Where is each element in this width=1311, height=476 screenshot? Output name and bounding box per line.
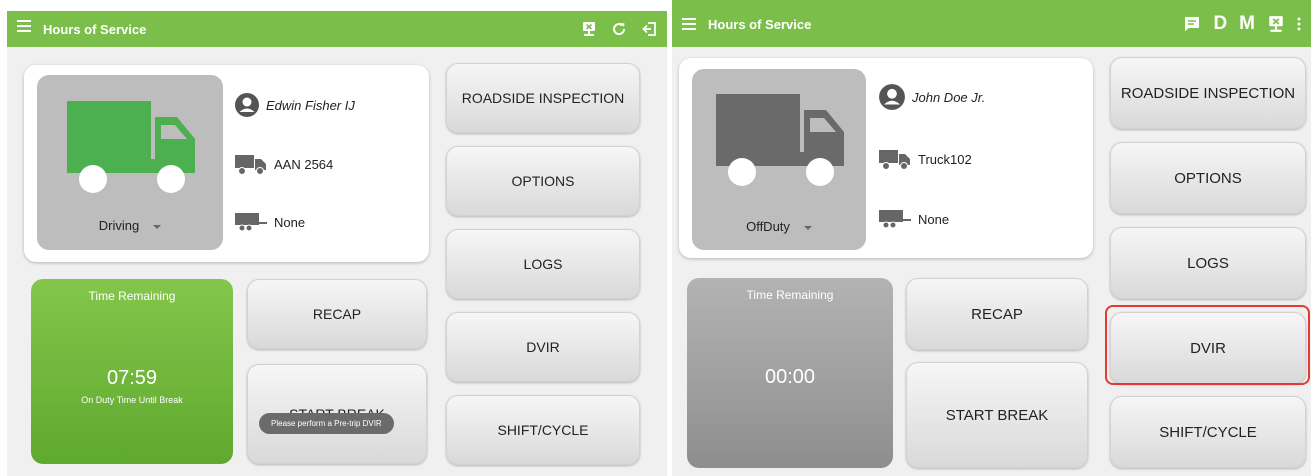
vehicle-name: AAN 2564: [274, 156, 334, 172]
message-icon[interactable]: [1183, 15, 1201, 33]
app-bar: Hours of Service: [7, 11, 667, 47]
start-break-button[interactable]: START BREAK: [906, 362, 1088, 468]
monitor-x-icon[interactable]: [1267, 15, 1285, 33]
driver-card: Driving Edwin Fisher IJ AAN 2564 None: [24, 65, 429, 262]
m-button[interactable]: M: [1239, 13, 1255, 35]
time-remaining-subtitle: On Duty Time Until Break: [81, 395, 183, 405]
logs-button[interactable]: LOGS: [1110, 227, 1306, 299]
time-remaining-label: Time Remaining: [88, 289, 176, 303]
vehicle-row: AAN 2564: [234, 153, 333, 175]
roadside-inspection-button[interactable]: ROADSIDE INSPECTION: [1110, 57, 1306, 129]
overflow-menu-icon[interactable]: [1297, 17, 1301, 31]
monitor-x-icon[interactable]: [581, 21, 597, 37]
options-button[interactable]: OPTIONS: [1110, 142, 1306, 214]
options-button[interactable]: OPTIONS: [446, 146, 640, 216]
driver-row: John Doe Jr.: [878, 83, 985, 111]
time-remaining-value: 00:00: [764, 366, 816, 388]
truck-icon: [716, 94, 844, 186]
driver-name: Edwin Fisher IJ: [266, 97, 355, 113]
roadside-inspection-button[interactable]: ROADSIDE INSPECTION: [446, 63, 640, 133]
dvir-highlight: [1105, 305, 1310, 385]
time-remaining-value: 07:59: [106, 367, 158, 389]
status-value: Driving: [98, 218, 140, 233]
logout-icon[interactable]: [641, 21, 657, 37]
status-dropdown[interactable]: Driving: [37, 218, 223, 233]
driver-name: John Doe Jr.: [912, 89, 986, 105]
app-bar: Hours of Service D M: [672, 0, 1311, 47]
driver-card: OffDuty John Doe Jr. Truck102 None: [679, 58, 1093, 258]
vehicle-row: Truck102: [878, 148, 972, 170]
driver-row: Edwin Fisher IJ: [234, 92, 355, 118]
vehicle-icon: [879, 150, 910, 170]
vehicle-icon: [235, 155, 266, 175]
d-button[interactable]: D: [1213, 13, 1227, 35]
user-icon: [879, 84, 905, 110]
trailer-row: None: [234, 211, 305, 233]
app-title: Hours of Service: [43, 22, 147, 37]
shift-cycle-button[interactable]: SHIFT/CYCLE: [446, 395, 640, 465]
truck-icon: [67, 101, 195, 193]
trailer-name: None: [274, 214, 306, 230]
shift-cycle-button[interactable]: SHIFT/CYCLE: [1110, 396, 1306, 468]
time-remaining-panel: Time Remaining 00:00: [687, 278, 893, 468]
dvir-toast: Please perform a Pre-trip DVIR: [259, 413, 394, 434]
chevron-down-icon: [153, 224, 162, 229]
refresh-icon[interactable]: [611, 21, 627, 37]
user-icon: [235, 93, 259, 117]
recap-button[interactable]: RECAP: [247, 279, 427, 349]
menu-icon[interactable]: [682, 18, 696, 30]
chevron-down-icon: [803, 225, 812, 230]
status-dropdown[interactable]: OffDuty: [692, 219, 866, 234]
right-screen: Hours of Service D M OffDuty John Doe Jr…: [672, 0, 1311, 476]
trailer-row: None: [878, 208, 949, 230]
vehicle-name: Truck102: [918, 151, 972, 167]
app-title: Hours of Service: [708, 17, 812, 32]
trailer-name: None: [918, 211, 950, 227]
vehicle-status-panel: Driving: [37, 75, 223, 250]
menu-icon[interactable]: [17, 20, 31, 32]
trailer-icon: [879, 210, 911, 229]
time-remaining-label: Time Remaining: [746, 288, 834, 302]
logs-button[interactable]: LOGS: [446, 229, 640, 299]
time-remaining-panel: Time Remaining 07:59 On Duty Time Until …: [31, 279, 233, 464]
status-value: OffDuty: [746, 219, 790, 234]
left-screen: Hours of Service Driving Edwin Fisher IJ…: [7, 11, 667, 476]
vehicle-status-panel: OffDuty: [692, 69, 866, 250]
trailer-icon: [235, 213, 267, 232]
dvir-button[interactable]: DVIR: [446, 312, 640, 382]
recap-button[interactable]: RECAP: [906, 278, 1088, 350]
